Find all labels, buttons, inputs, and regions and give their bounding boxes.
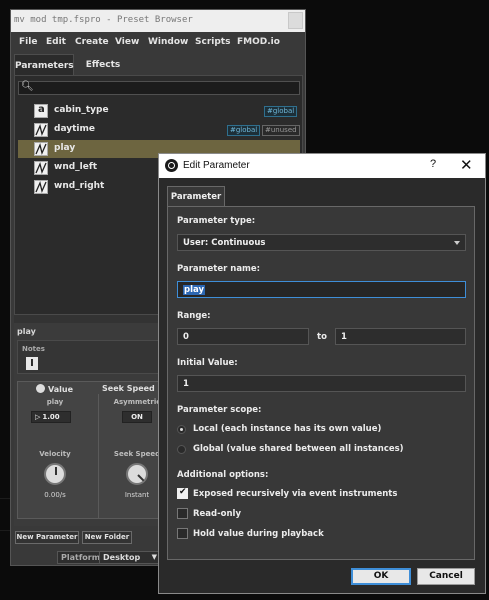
search-input[interactable]: 🔍︎ [18,81,300,95]
list-item[interactable]: a cabin_type #global [18,102,300,120]
hold-value-checkbox[interactable] [177,528,188,539]
hold-value-label: Hold value during playback [193,529,324,539]
selected-parameter-name: play [17,327,36,336]
scope-local-label: Local (each instance has its own value) [193,424,382,434]
read-only-label: Read-only [193,509,242,519]
additional-options-label: Additional options: [177,470,269,480]
menu-edit[interactable]: Edit [46,37,66,47]
edit-parameter-dialog: Edit Parameter ? ✕ Parameter Parameter t… [158,153,486,594]
tag-badge: #unused [262,125,300,136]
menu-fmod-io[interactable]: FMOD.io [237,37,280,47]
scope-label: Parameter scope: [177,405,262,415]
initial-value-input[interactable]: 1 [177,375,466,392]
name-label: Parameter name: [177,264,261,274]
value-header-label: Value [48,385,74,394]
seek-speed-knob[interactable] [126,463,148,485]
tab-parameters[interactable]: Parameters [14,54,74,76]
tab-parameter[interactable]: Parameter [167,186,225,207]
parameter-name: cabin_type [54,105,109,115]
notes-label: Notes [22,345,45,353]
gauge-icon [36,384,45,393]
exposed-recursively-label: Exposed recursively via event instrument… [193,489,398,499]
list-item[interactable]: daytime #global #unused [18,121,300,139]
name-value: play [183,285,206,295]
fmod-logo-icon [165,159,178,172]
continuous-parameter-icon [34,123,48,137]
close-icon[interactable]: ✕ [460,156,473,174]
tag-badge: #global [264,106,298,117]
dialog-title-bar: Edit Parameter ? ✕ [159,154,485,178]
parameter-name: wnd_right [54,181,105,191]
chevron-down-icon [454,241,460,245]
desktop-line [0,530,10,531]
platform-value: Desktop [103,553,141,562]
play-value: 1.00 [42,413,60,421]
play-triangle-icon: ▷ [35,413,41,421]
type-label: Parameter type: [177,216,256,226]
window-control-button[interactable] [288,12,303,29]
cancel-button[interactable]: Cancel [417,568,475,585]
asymmetric-toggle[interactable]: ON [122,411,152,423]
ok-button[interactable]: OK [351,568,411,585]
velocity-value: 0.00/s [44,491,66,499]
help-button[interactable]: ? [430,158,436,170]
velocity-label: Velocity [39,450,71,458]
menu-bar: File Edit Create View Window Scripts FMO… [11,32,305,52]
range-label: Range: [177,311,211,321]
continuous-parameter-icon [34,142,48,156]
parameter-name: daytime [54,124,95,134]
velocity-knob[interactable] [44,463,66,485]
scope-global-radio[interactable] [177,445,186,454]
search-icon: 🔍︎ [21,81,34,92]
continuous-parameter-icon [34,180,48,194]
chevron-down-icon: ▼ [151,553,157,561]
initial-value-label: Initial Value: [177,358,238,368]
exposed-recursively-checkbox[interactable] [177,487,188,499]
parameter-properties: Value Seek Speed play ▷ 1.00 Asymmetric O… [17,381,181,519]
tag-badge: #global [227,125,261,136]
parameter-name-input[interactable]: play [177,281,466,298]
menu-file[interactable]: File [19,37,37,47]
play-label: play [46,398,64,406]
parameter-name: wnd_left [54,162,98,172]
new-folder-button[interactable]: New Folder [82,531,132,544]
seek-speed-header: Seek Speed [102,384,155,393]
range-max-input[interactable]: 1 [335,328,466,345]
range-to-label: to [317,332,327,342]
window-title: mv mod tmp.fspro - Preset Browser [14,15,193,25]
value-header: Value [36,384,73,394]
range-min-input[interactable]: 0 [177,328,309,345]
scope-local-radio[interactable] [177,425,186,434]
read-only-checkbox[interactable] [177,508,188,519]
play-value-field[interactable]: ▷ 1.00 [31,411,71,423]
parameter-name: play [54,143,76,153]
title-bar: mv mod tmp.fspro - Preset Browser [11,10,305,32]
text-cursor-icon: I [26,357,38,370]
continuous-parameter-icon [34,161,48,175]
menu-scripts[interactable]: Scripts [195,37,230,47]
platform-label: Platform [57,551,105,564]
type-value: User: Continuous [183,238,266,248]
tab-effects[interactable]: Effects [78,54,128,76]
parameter-type-select[interactable]: User: Continuous [177,234,466,251]
desktop-line [0,498,10,499]
dialog-title: Edit Parameter [183,160,250,171]
menu-create[interactable]: Create [75,37,109,47]
scope-global-label: Global (value shared between all instanc… [193,444,404,454]
menu-window[interactable]: Window [148,37,188,47]
menu-view[interactable]: View [115,37,139,47]
label-parameter-icon: a [34,104,48,118]
new-parameter-button[interactable]: New Parameter [15,531,79,544]
divider [98,394,99,518]
platform-select[interactable]: Desktop ▼ [99,551,161,564]
parameter-form: Parameter type: User: Continuous Paramet… [167,206,475,560]
